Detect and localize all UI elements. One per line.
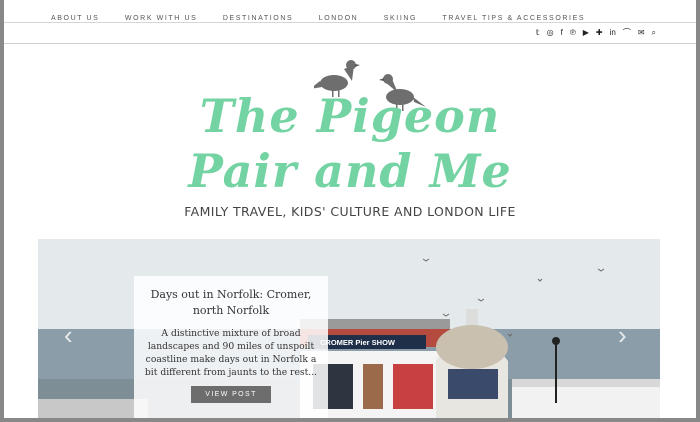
post-excerpt: A distinctive mixture of broad landscape… <box>144 328 318 378</box>
logo-title-line-2[interactable]: Pair and Me <box>4 148 696 194</box>
view-post-button[interactable]: VIEW POST <box>191 386 271 403</box>
facebook-icon[interactable]: f <box>561 28 563 38</box>
header-divider <box>4 43 696 44</box>
chevron-left-icon[interactable]: ‹ <box>64 322 80 348</box>
email-icon[interactable]: ✉ <box>638 28 645 38</box>
slider-photo: CROMER Pier SHOW <box>38 239 660 418</box>
search-icon[interactable]: ⌕ <box>652 28 656 38</box>
nav-item-skiing[interactable]: SKIING <box>384 15 417 22</box>
instagram-icon[interactable]: ◎ <box>547 28 554 38</box>
social-icons: 𝕥 ◎ f ℗ ▶ ✚ in ⌒ ✉ ⌕ <box>536 27 656 39</box>
logo-title-line-1[interactable]: The Pigeon <box>4 93 696 139</box>
twitter-icon[interactable]: 𝕥 <box>536 28 540 38</box>
pinterest-icon[interactable]: ℗ <box>570 28 576 38</box>
nav-item-london[interactable]: LONDON <box>319 15 359 22</box>
featured-post-slider: CROMER Pier SHOW ‹ › Days out in Norfolk… <box>38 239 660 418</box>
google-plus-icon[interactable]: ✚ <box>596 28 603 38</box>
top-navigation: ABOUT US WORK WITH US DESTINATIONS LONDO… <box>4 0 696 23</box>
nav-item-about-us[interactable]: ABOUT US <box>51 15 99 22</box>
youtube-icon[interactable]: ▶ <box>583 28 589 38</box>
rss-icon[interactable]: ⌒ <box>623 28 631 38</box>
linkedin-icon[interactable]: in <box>610 28 616 38</box>
pier-sign-text: CROMER Pier SHOW <box>320 338 396 347</box>
page-frame: ABOUT US WORK WITH US DESTINATIONS LONDO… <box>4 0 696 418</box>
nav-item-destinations[interactable]: DESTINATIONS <box>223 15 293 22</box>
nav-item-work-with-us[interactable]: WORK WITH US <box>125 15 197 22</box>
nav-item-travel-tips[interactable]: TRAVEL TIPS & ACCESSORIES <box>443 15 586 22</box>
post-title[interactable]: Days out in Norfolk: Cromer, north Norfo… <box>142 287 320 319</box>
featured-post-card: Days out in Norfolk: Cromer, north Norfo… <box>134 276 328 418</box>
chevron-right-icon[interactable]: › <box>618 322 634 348</box>
site-tagline: FAMILY TRAVEL, KIDS' CULTURE AND LONDON … <box>184 204 516 219</box>
